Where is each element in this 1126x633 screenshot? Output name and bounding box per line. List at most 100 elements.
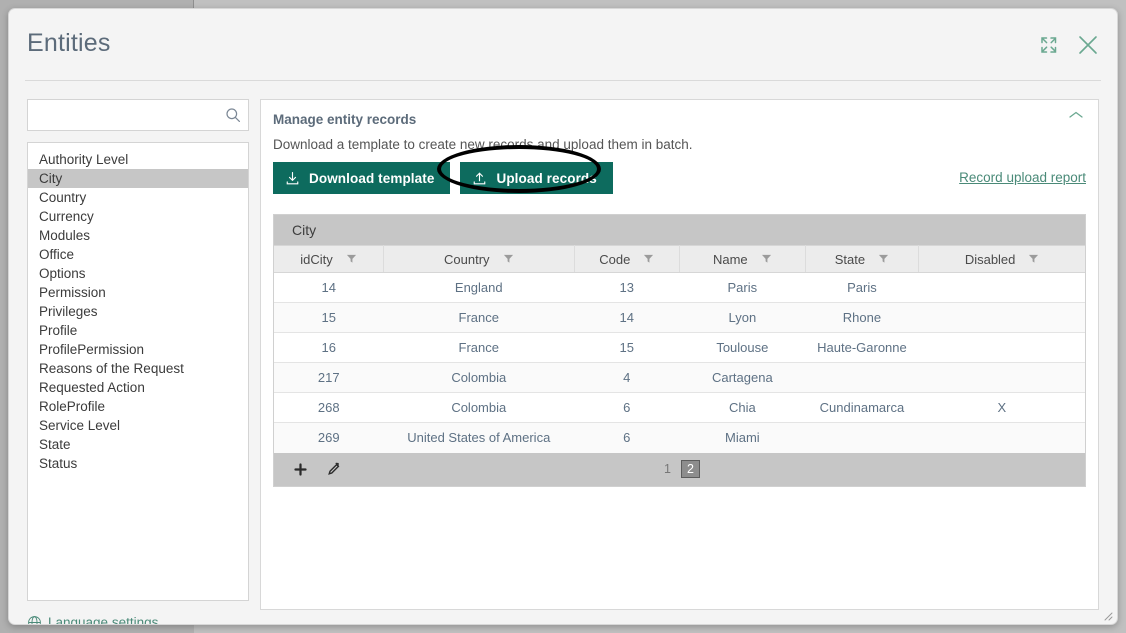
modal-body: Authority Level City Country Currency Module… — [9, 81, 1117, 624]
entity-list-item[interactable]: ProfilePermission — [28, 340, 248, 359]
entity-list-item[interactable]: Options — [28, 264, 248, 283]
table-row[interactable]: 268 Colombia 6 Chia Cundinamarca X — [274, 392, 1085, 423]
entity-sidebar: Authority Level City Country Currency Module… — [27, 99, 249, 624]
table-cell: England — [383, 272, 575, 303]
table-cell — [918, 302, 1085, 333]
entity-list-item[interactable]: City — [28, 169, 248, 188]
table-cell: 268 — [274, 392, 384, 423]
table-cell: Paris — [679, 272, 806, 303]
filter-icon[interactable] — [878, 252, 889, 267]
entity-list-item[interactable]: Service Level — [28, 416, 248, 435]
table-footer: 12 — [274, 452, 1085, 486]
table-cell — [805, 362, 919, 393]
table-column-header[interactable]: idCity — [274, 245, 384, 273]
modal-header: Entities — [9, 9, 1117, 81]
search-icon[interactable] — [225, 107, 241, 123]
table-row[interactable]: 14 England 13 Paris Paris — [274, 272, 1085, 303]
entity-list-item[interactable]: Status — [28, 454, 248, 473]
entity-list[interactable]: Authority Level City Country Currency Module… — [27, 142, 249, 601]
entity-list-item[interactable]: Permission — [28, 283, 248, 302]
entities-modal: Entities Authority Level City Country Cu… — [8, 8, 1118, 625]
entity-list-item[interactable]: State — [28, 435, 248, 454]
table-cell: 15 — [274, 302, 384, 333]
filter-icon[interactable] — [643, 252, 654, 267]
entity-list-item[interactable]: RoleProfile — [28, 397, 248, 416]
table-cell: Paris — [805, 272, 919, 303]
table-cell — [918, 272, 1085, 303]
table-cell: 13 — [574, 272, 680, 303]
table-body: 14 England 13 Paris Paris 15 France 14 Lyon Rhone… — [274, 272, 1085, 453]
table-cell: 6 — [574, 392, 680, 423]
entity-list-item[interactable]: Privileges — [28, 302, 248, 321]
table-cell: Rhone — [805, 302, 919, 333]
record-upload-report-link[interactable]: Record upload report — [959, 170, 1086, 185]
table-column-header[interactable]: Country — [383, 245, 575, 273]
records-table: City idCity Country Code Name State Disabled … — [273, 214, 1086, 487]
table-cell — [918, 422, 1085, 453]
entity-list-item[interactable]: Country — [28, 188, 248, 207]
filter-icon[interactable] — [503, 252, 514, 267]
page-number[interactable]: 2 — [681, 460, 700, 478]
table-cell: Cundinamarca — [805, 392, 919, 423]
upload-icon — [472, 171, 487, 186]
column-label: Disabled — [964, 251, 1016, 267]
entity-list-item[interactable]: Reasons of the Request — [28, 359, 248, 378]
entity-list-item[interactable]: Requested Action — [28, 378, 248, 397]
filter-icon[interactable] — [346, 252, 357, 267]
manage-records-panel: Manage entity records Download a templat… — [260, 99, 1099, 610]
entity-list-item[interactable]: Office — [28, 245, 248, 264]
globe-icon — [27, 615, 42, 624]
resize-grip-icon[interactable] — [1101, 609, 1113, 621]
page-title: Entities — [27, 29, 111, 57]
chevron-up-icon[interactable] — [1068, 110, 1084, 120]
table-cell: United States of America — [383, 422, 575, 453]
action-button-row: Download template Upload records Record … — [273, 145, 1086, 194]
table-cell — [918, 362, 1085, 393]
table-cell: Lyon — [679, 302, 806, 333]
language-settings-link[interactable]: Language settings — [27, 615, 249, 624]
table-row[interactable]: 16 France 15 Toulouse Haute-Garonne — [274, 332, 1085, 363]
table-cell: 217 — [274, 362, 384, 393]
table-header-row: idCity Country Code Name State Disabled — [274, 245, 1085, 273]
entity-list-item[interactable]: Profile — [28, 321, 248, 340]
header-actions — [1039, 34, 1099, 56]
entity-list-item[interactable]: Authority Level — [28, 150, 248, 169]
column-label: State — [834, 251, 866, 267]
table-row[interactable]: 217 Colombia 4 Cartagena — [274, 362, 1085, 393]
search-box — [27, 99, 249, 131]
table-cell: 15 — [574, 332, 680, 363]
panel-header: Manage entity records Download a templat… — [273, 110, 1086, 152]
table-column-header[interactable]: Name — [679, 245, 806, 273]
entity-list-item[interactable]: Currency — [28, 207, 248, 226]
column-label: Code — [599, 251, 631, 267]
column-label: Name — [712, 251, 748, 267]
download-template-button[interactable]: Download template — [273, 162, 451, 194]
table-cell: 269 — [274, 422, 384, 453]
table-cell: 4 — [574, 362, 680, 393]
table-row[interactable]: 15 France 14 Lyon Rhone — [274, 302, 1085, 333]
table-cell: Colombia — [383, 362, 575, 393]
table-column-header[interactable]: State — [805, 245, 920, 273]
column-label: idCity — [300, 251, 333, 267]
close-icon[interactable] — [1077, 34, 1099, 56]
table-cell — [918, 332, 1085, 363]
table-cell: France — [383, 332, 575, 363]
search-input[interactable] — [28, 100, 248, 130]
upload-records-button[interactable]: Upload records — [460, 162, 613, 194]
table-cell: Toulouse — [679, 332, 806, 363]
page-number[interactable]: 1 — [659, 461, 676, 477]
expand-icon[interactable] — [1039, 35, 1059, 55]
filter-icon[interactable] — [1028, 252, 1039, 267]
table-cell: 14 — [574, 302, 680, 333]
download-icon — [285, 171, 300, 186]
table-cell: France — [383, 302, 575, 333]
panel-title: Manage entity records — [273, 112, 417, 127]
entity-list-item[interactable]: Modules — [28, 226, 248, 245]
pagination[interactable]: 12 — [274, 460, 1085, 478]
table-column-header[interactable]: Disabled — [918, 245, 1085, 273]
table-column-header[interactable]: Code — [574, 245, 680, 273]
filter-icon[interactable] — [761, 252, 772, 267]
table-cell: X — [918, 392, 1085, 423]
table-row[interactable]: 269 United States of America 6 Miami — [274, 422, 1085, 453]
table-cell: 6 — [574, 422, 680, 453]
